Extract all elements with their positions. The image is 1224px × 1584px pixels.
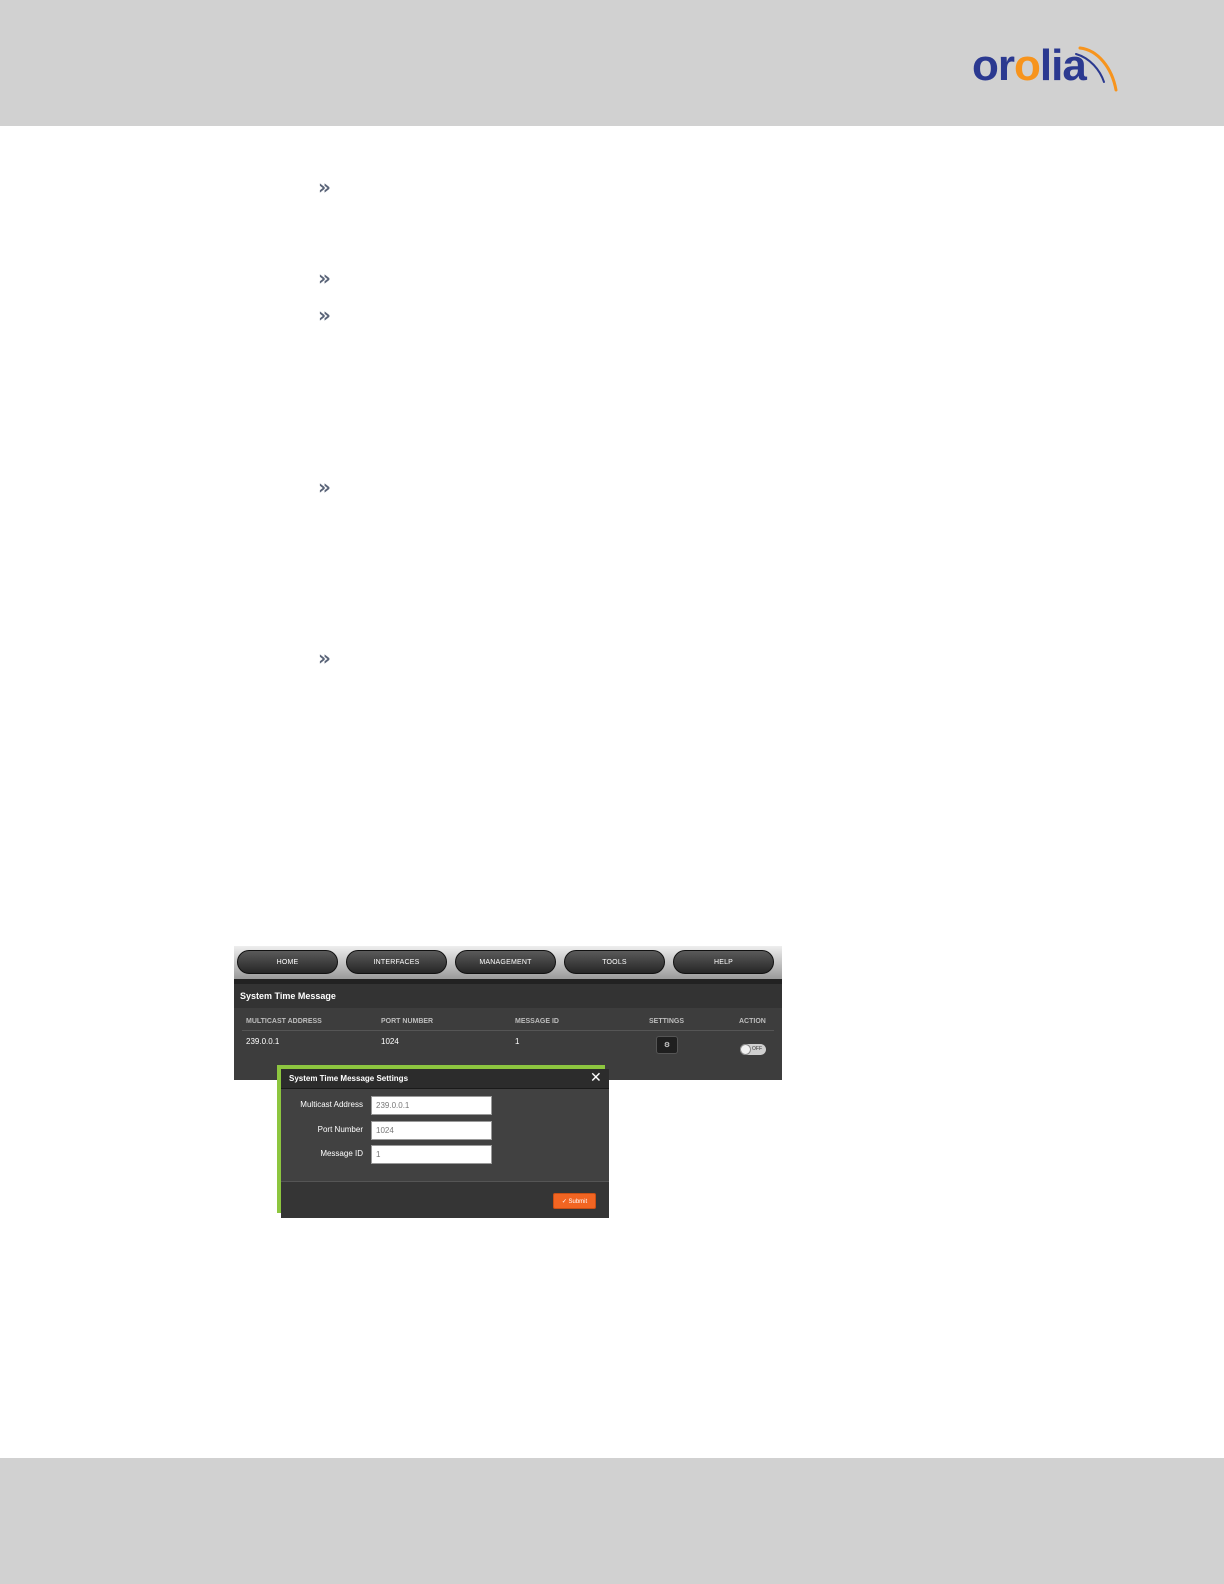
nav-help-button[interactable]: HELP bbox=[673, 950, 774, 974]
top-nav: HOME INTERFACES MANAGEMENT TOOLS HELP bbox=[234, 946, 782, 979]
multicast-address-input[interactable] bbox=[371, 1096, 492, 1115]
port-number-input[interactable] bbox=[371, 1121, 492, 1140]
toggle-knob bbox=[740, 1044, 751, 1055]
multicast-address-label: Multicast Address bbox=[300, 1100, 363, 1109]
column-header-message-id: MESSAGE ID bbox=[515, 1018, 559, 1025]
toggle-label: OFF bbox=[752, 1046, 762, 1052]
port-number-label: Port Number bbox=[317, 1125, 363, 1134]
close-icon[interactable]: ✕ bbox=[590, 1070, 602, 1086]
table-header: MULTICAST ADDRESS PORT NUMBER MESSAGE ID… bbox=[242, 1014, 774, 1031]
modal-header: System Time Message Settings ✕ bbox=[281, 1069, 609, 1089]
logo-swoosh-icon bbox=[1075, 46, 1118, 92]
page-footer bbox=[0, 1458, 1224, 1584]
orolia-logo: orolia bbox=[972, 40, 1122, 98]
panel-title: System Time Message bbox=[234, 984, 782, 1008]
settings-modal: System Time Message Settings ✕ Multicast… bbox=[281, 1069, 609, 1218]
cell-port-number: 1024 bbox=[381, 1037, 399, 1046]
web-ui-screenshot: HOME INTERFACES MANAGEMENT TOOLS HELP Sy… bbox=[234, 946, 782, 1080]
nav-interfaces-button[interactable]: INTERFACES bbox=[346, 950, 447, 974]
cell-message-id: 1 bbox=[515, 1037, 520, 1046]
modal-title: System Time Message Settings bbox=[289, 1074, 409, 1083]
bullet-icon: » bbox=[318, 303, 331, 327]
table-row: 239.0.0.1 1024 1 ⚙ OFF bbox=[242, 1032, 774, 1062]
nav-tools-button[interactable]: TOOLS bbox=[564, 950, 665, 974]
page-header: orolia bbox=[0, 0, 1224, 126]
nav-management-button[interactable]: MANAGEMENT bbox=[455, 950, 556, 974]
message-id-input[interactable] bbox=[371, 1145, 492, 1164]
message-id-label: Message ID bbox=[320, 1149, 363, 1158]
column-header-port-number: PORT NUMBER bbox=[381, 1018, 434, 1025]
cell-multicast-address: 239.0.0.1 bbox=[246, 1037, 280, 1046]
bullet-icon: » bbox=[318, 175, 331, 199]
gear-icon: ⚙ bbox=[663, 1041, 671, 1049]
modal-footer: ✓ Submit bbox=[281, 1181, 609, 1218]
action-toggle[interactable]: OFF bbox=[740, 1044, 766, 1055]
column-header-settings: SETTINGS bbox=[649, 1018, 685, 1025]
nav-home-button[interactable]: HOME bbox=[237, 950, 338, 974]
submit-button[interactable]: ✓ Submit bbox=[553, 1193, 596, 1209]
bullet-icon: » bbox=[318, 266, 331, 290]
bullet-icon: » bbox=[318, 646, 331, 670]
bullet-icon: » bbox=[318, 475, 331, 499]
column-header-multicast-address: MULTICAST ADDRESS bbox=[246, 1018, 322, 1025]
column-header-action: ACTION bbox=[739, 1018, 766, 1025]
settings-button[interactable]: ⚙ bbox=[656, 1036, 678, 1054]
